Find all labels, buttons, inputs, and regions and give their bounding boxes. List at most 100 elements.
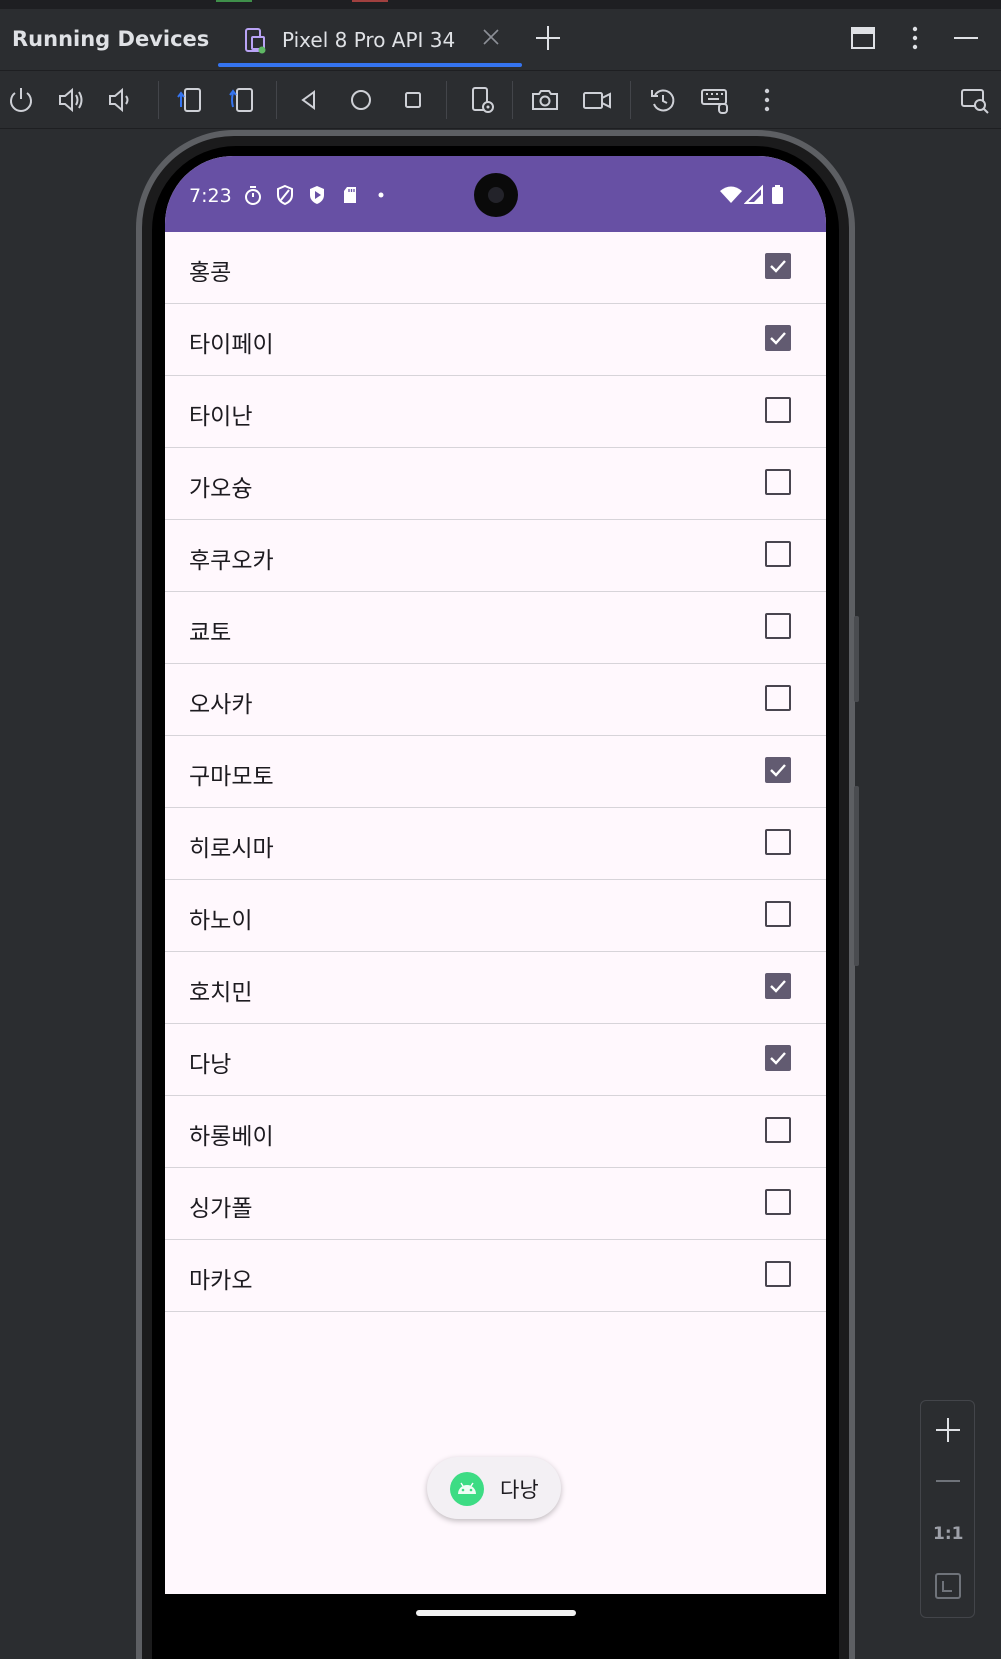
- toolbar-separator: [276, 81, 277, 119]
- list-item-label: 타이난: [189, 404, 253, 430]
- checkbox[interactable]: [765, 1117, 791, 1143]
- toolbar-separator: [630, 81, 631, 119]
- zoom-out-icon[interactable]: [933, 1466, 963, 1496]
- list-item-label: 싱가폴: [189, 1196, 253, 1222]
- rotate-right-icon[interactable]: [228, 85, 258, 115]
- tab-label: Pixel 8 Pro API 34: [282, 28, 456, 52]
- checkbox[interactable]: [765, 901, 791, 927]
- list-item[interactable]: 타이페이: [165, 304, 826, 376]
- list-item[interactable]: 하노이: [165, 880, 826, 952]
- checkmark-icon: [770, 764, 786, 777]
- list-item[interactable]: 구마모토: [165, 736, 826, 808]
- reset-icon[interactable]: [648, 85, 678, 115]
- more-options-icon[interactable]: [900, 23, 930, 53]
- checkbox[interactable]: [765, 829, 791, 855]
- power-icon[interactable]: [6, 85, 36, 115]
- list-item-label: 쿄토: [189, 620, 232, 646]
- sd-card-icon: [344, 187, 356, 203]
- checkbox[interactable]: [765, 1045, 791, 1071]
- checkbox[interactable]: [765, 1261, 791, 1287]
- checkbox[interactable]: [765, 1189, 791, 1215]
- navigation-bar: [165, 1594, 826, 1659]
- checkbox[interactable]: [765, 757, 791, 783]
- tool-window-header: Running Devices Pixel 8 Pro API 34: [0, 9, 1001, 71]
- checkmark-icon: [770, 980, 786, 993]
- window-layout-icon[interactable]: [848, 23, 878, 53]
- gesture-nav-handle[interactable]: [416, 1610, 576, 1616]
- home-icon[interactable]: [346, 85, 376, 115]
- tab-pixel-8-pro[interactable]: Pixel 8 Pro API 34: [218, 9, 522, 70]
- zoom-in-icon[interactable]: [933, 1415, 963, 1445]
- volume-button: [854, 616, 859, 702]
- list-item-label: 구마모토: [189, 764, 274, 790]
- checkbox[interactable]: [765, 541, 791, 567]
- checkbox[interactable]: [765, 397, 791, 423]
- device-mirror-icon[interactable]: [960, 85, 990, 115]
- add-tab-icon[interactable]: [533, 23, 563, 53]
- list-item-label: 히로시마: [189, 836, 274, 862]
- list-item-label: 오사카: [189, 692, 253, 718]
- list-item[interactable]: 호치민: [165, 952, 826, 1024]
- battery-icon: [772, 185, 783, 204]
- checkbox[interactable]: [765, 685, 791, 711]
- run-indicator: [216, 0, 252, 2]
- list-item-label: 하롱베이: [189, 1124, 274, 1150]
- list-item[interactable]: 마카오: [165, 1240, 826, 1312]
- device-icon: [245, 28, 266, 54]
- list-item[interactable]: 싱가폴: [165, 1168, 826, 1240]
- list-item[interactable]: 히로시마: [165, 808, 826, 880]
- list-item-label: 다낭: [189, 1052, 232, 1078]
- volume-up-icon[interactable]: [56, 85, 86, 115]
- screen-record-icon[interactable]: [582, 85, 612, 115]
- overview-icon[interactable]: [398, 85, 428, 115]
- list-item[interactable]: 후쿠오카: [165, 520, 826, 592]
- active-tab-indicator: [218, 63, 522, 67]
- checkbox[interactable]: [765, 253, 791, 279]
- wifi-icon: [720, 186, 742, 203]
- city-checkbox-list: 홍콩타이페이타이난가오슝 후쿠오카쿄토오사카구마모토히로시마하노이호치민다낭하롱베…: [165, 232, 826, 1312]
- checkbox[interactable]: [765, 469, 791, 495]
- list-item-label: 타이페이: [189, 332, 274, 358]
- tool-window-title: Running Devices: [12, 27, 210, 51]
- signal-icon: [744, 184, 763, 204]
- list-item[interactable]: 가오슝: [165, 448, 826, 520]
- more-icon[interactable]: [752, 85, 782, 115]
- back-icon[interactable]: [294, 85, 324, 115]
- power-button: [854, 786, 859, 966]
- list-item[interactable]: 하롱베이: [165, 1096, 826, 1168]
- list-item[interactable]: 쿄토: [165, 592, 826, 664]
- window-top-strip: [0, 0, 1001, 9]
- list-item-label: 마카오: [189, 1268, 253, 1294]
- device-toolbar: [0, 71, 1001, 129]
- list-item[interactable]: 홍콩: [165, 232, 826, 304]
- volume-down-icon[interactable]: [106, 85, 136, 115]
- timer-icon: [245, 186, 261, 205]
- android-icon: [450, 1472, 484, 1506]
- checkmark-icon: [770, 332, 786, 345]
- list-item-label: 호치민: [189, 980, 253, 1006]
- toast-text: 다낭: [500, 1478, 539, 1502]
- rotate-left-icon[interactable]: [175, 85, 205, 115]
- device-screen[interactable]: 7:23 홍콩 타이페이 타이난 가오슝 후쿠오카 쿄토 오사카 구마모토 히로…: [165, 156, 826, 1594]
- list-item-label: 홍콩: [189, 260, 232, 286]
- close-icon[interactable]: [480, 26, 502, 48]
- checkbox[interactable]: [765, 613, 791, 639]
- screenshot-icon[interactable]: [530, 85, 560, 115]
- keyboard-icon[interactable]: [700, 85, 730, 115]
- toolbar-separator: [512, 81, 513, 119]
- checkbox[interactable]: [765, 325, 791, 351]
- list-item-label: 하노이: [189, 908, 253, 934]
- zoom-actual-size-button[interactable]: 1:1: [933, 1524, 963, 1544]
- android-status-bar: 7:23: [165, 156, 826, 232]
- list-item[interactable]: 오사카: [165, 664, 826, 736]
- dot-icon: [378, 192, 384, 198]
- status-time: 7:23: [189, 185, 232, 207]
- list-item[interactable]: 타이난: [165, 376, 826, 448]
- toast-message: 다낭: [427, 1457, 561, 1519]
- stop-indicator: [352, 0, 388, 2]
- fit-screen-icon[interactable]: [933, 1571, 963, 1601]
- list-item[interactable]: 다낭: [165, 1024, 826, 1096]
- checkbox[interactable]: [765, 973, 791, 999]
- minimize-icon[interactable]: [951, 23, 981, 53]
- device-settings-icon[interactable]: [467, 85, 497, 115]
